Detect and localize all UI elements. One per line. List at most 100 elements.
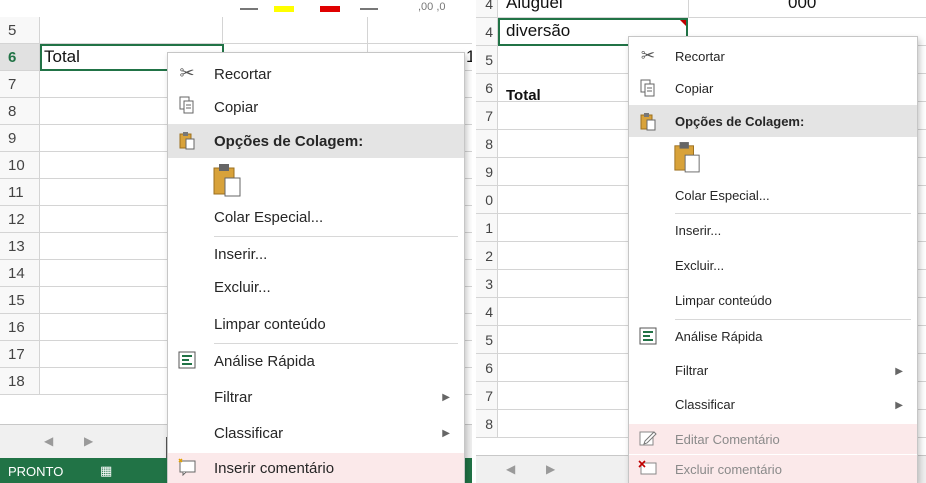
- menu-header-paste-options: Opções de Colagem:: [629, 105, 917, 137]
- quick-analysis-icon: [629, 327, 667, 348]
- row-header[interactable]: 9: [0, 125, 40, 152]
- row-header[interactable]: 11: [0, 179, 40, 206]
- row-header[interactable]: 18: [0, 368, 40, 395]
- row-header[interactable]: 5: [476, 326, 498, 354]
- row-header[interactable]: 8: [476, 130, 498, 158]
- menu-item-clear-contents[interactable]: Limpar conteúdo: [629, 287, 917, 315]
- tab-scroll-right-icon[interactable]: ▶: [84, 434, 93, 448]
- menu-item-paste-special[interactable]: Colar Especial...: [629, 182, 917, 210]
- menu-item-quick-analysis[interactable]: Análise Rápida: [629, 323, 917, 351]
- menu-item-quick-analysis[interactable]: Análise Rápida: [168, 347, 464, 377]
- menu-item-copy[interactable]: Copiar: [168, 91, 464, 123]
- copy-icon: [629, 79, 667, 100]
- menu-label: Colar Especial...: [214, 209, 324, 226]
- row-header[interactable]: 2: [476, 242, 498, 270]
- new-comment-icon: [168, 458, 206, 480]
- menu-header-paste-options: Opções de Colagem:: [168, 124, 464, 158]
- font-color-swatch[interactable]: [320, 6, 340, 12]
- paste-button[interactable]: [673, 141, 701, 176]
- menu-label: Limpar conteúdo: [214, 316, 326, 333]
- menu-label: Recortar: [675, 49, 725, 64]
- row-header[interactable]: 6: [476, 74, 498, 102]
- tab-scroll-left-icon[interactable]: ◀: [44, 434, 53, 448]
- row-header[interactable]: 14: [0, 260, 40, 287]
- row-header[interactable]: 10: [0, 152, 40, 179]
- row-header[interactable]: 13: [0, 233, 40, 260]
- row-header[interactable]: 5: [476, 46, 498, 74]
- tab-scroll-left-icon[interactable]: ◀: [506, 462, 515, 476]
- scissors-icon: ✂: [640, 46, 656, 65]
- row-header[interactable]: 8: [476, 410, 498, 438]
- row-header[interactable]: 8: [0, 98, 40, 125]
- row-header[interactable]: 4: [476, 298, 498, 326]
- row-header-active[interactable]: 6: [0, 44, 40, 71]
- menu-label: Excluir comentário: [675, 462, 782, 477]
- menu-item-cut[interactable]: ✂ Recortar: [629, 41, 917, 71]
- menu-label: Editar Comentário: [675, 432, 780, 447]
- row-header[interactable]: 0: [476, 186, 498, 214]
- menu-item-insert-comment[interactable]: Inserir comentário: [168, 453, 464, 483]
- row-header[interactable]: 9: [476, 158, 498, 186]
- row-header[interactable]: 17: [0, 341, 40, 368]
- row-header[interactable]: 7: [0, 71, 40, 98]
- highlight-color-swatch[interactable]: [274, 6, 294, 12]
- macro-record-icon[interactable]: ▦: [100, 463, 112, 479]
- row-header[interactable]: 12: [0, 206, 40, 233]
- row-header[interactable]: 4: [476, 0, 498, 18]
- row-cells[interactable]: [40, 17, 472, 44]
- row-header[interactable]: 7: [476, 102, 498, 130]
- cell-total-label: Total: [44, 47, 80, 66]
- menu-label: Opções de Colagem:: [214, 133, 364, 150]
- menu-item-delete[interactable]: Excluir...: [168, 273, 464, 303]
- tab-scroll-right-icon[interactable]: ▶: [546, 462, 555, 476]
- paste-button[interactable]: [212, 163, 242, 201]
- menu-label: Colar Especial...: [675, 188, 770, 203]
- row-header[interactable]: 6: [476, 354, 498, 382]
- menu-label: Análise Rápida: [675, 329, 763, 344]
- menu-label: Copiar: [214, 99, 259, 116]
- row-header[interactable]: 3: [476, 270, 498, 298]
- chevron-right-icon: ▶: [895, 366, 903, 377]
- chevron-right-icon: ▶: [442, 392, 450, 403]
- quick-analysis-icon: [168, 351, 206, 373]
- menu-item-copy[interactable]: Copiar: [629, 73, 917, 103]
- table-row: 4 Aluguel 000: [476, 0, 926, 18]
- table-row: 5: [0, 17, 472, 44]
- decimal-format-icon[interactable]: ,00 ,0: [418, 1, 446, 13]
- menu-label: Inserir comentário: [214, 460, 335, 477]
- menu-item-insert[interactable]: Inserir...: [168, 240, 464, 270]
- menu-label: Classificar: [675, 397, 735, 412]
- menu-item-sort[interactable]: Classificar ▶: [629, 391, 917, 419]
- menu-item-delete-comment[interactable]: Excluir comentário: [629, 455, 917, 483]
- menu-item-paste-special[interactable]: Colar Especial...: [168, 203, 464, 233]
- edit-comment-icon: [629, 429, 667, 450]
- menu-label: Opções de Colagem:: [675, 114, 805, 129]
- menu-item-insert[interactable]: Inserir...: [629, 217, 917, 245]
- clipboard-icon: [168, 131, 206, 154]
- row-header[interactable]: 16: [0, 314, 40, 341]
- menu-item-clear-contents[interactable]: Limpar conteúdo: [168, 310, 464, 340]
- menu-item-cut[interactable]: ✂ Recortar: [168, 58, 464, 90]
- menu-label: Filtrar: [214, 389, 253, 406]
- comment-indicator: [680, 20, 686, 26]
- row-header[interactable]: 4: [476, 18, 498, 46]
- row-header[interactable]: 15: [0, 287, 40, 314]
- row-header[interactable]: 1: [476, 214, 498, 242]
- menu-item-filter[interactable]: Filtrar ▶: [168, 383, 464, 413]
- row-cells[interactable]: Aluguel 000: [498, 0, 926, 18]
- menu-item-delete[interactable]: Excluir...: [629, 252, 917, 280]
- status-text: PRONTO: [8, 464, 64, 479]
- delete-comment-icon: [629, 460, 667, 481]
- menu-label: Classificar: [214, 425, 284, 442]
- cell-label: diversão: [506, 21, 571, 40]
- menu-item-edit-comment[interactable]: Editar Comentário: [629, 424, 917, 454]
- row-header[interactable]: 5: [0, 17, 40, 44]
- menu-label: Análise Rápida: [214, 353, 315, 370]
- row-header[interactable]: 7: [476, 382, 498, 410]
- context-menu: ✂ Recortar Copiar Opções de Colagem: Col…: [167, 52, 465, 483]
- menu-item-filter[interactable]: Filtrar ▶: [629, 357, 917, 385]
- chevron-right-icon: ▶: [895, 400, 903, 411]
- menu-item-sort[interactable]: Classificar ▶: [168, 419, 464, 449]
- context-menu: ✂ Recortar Copiar Opções de Colagem: Col…: [628, 36, 918, 483]
- left-screenshot: ,00 ,0 5 6 Total 1 7 8 9 10 11 12 13 14 …: [0, 0, 472, 483]
